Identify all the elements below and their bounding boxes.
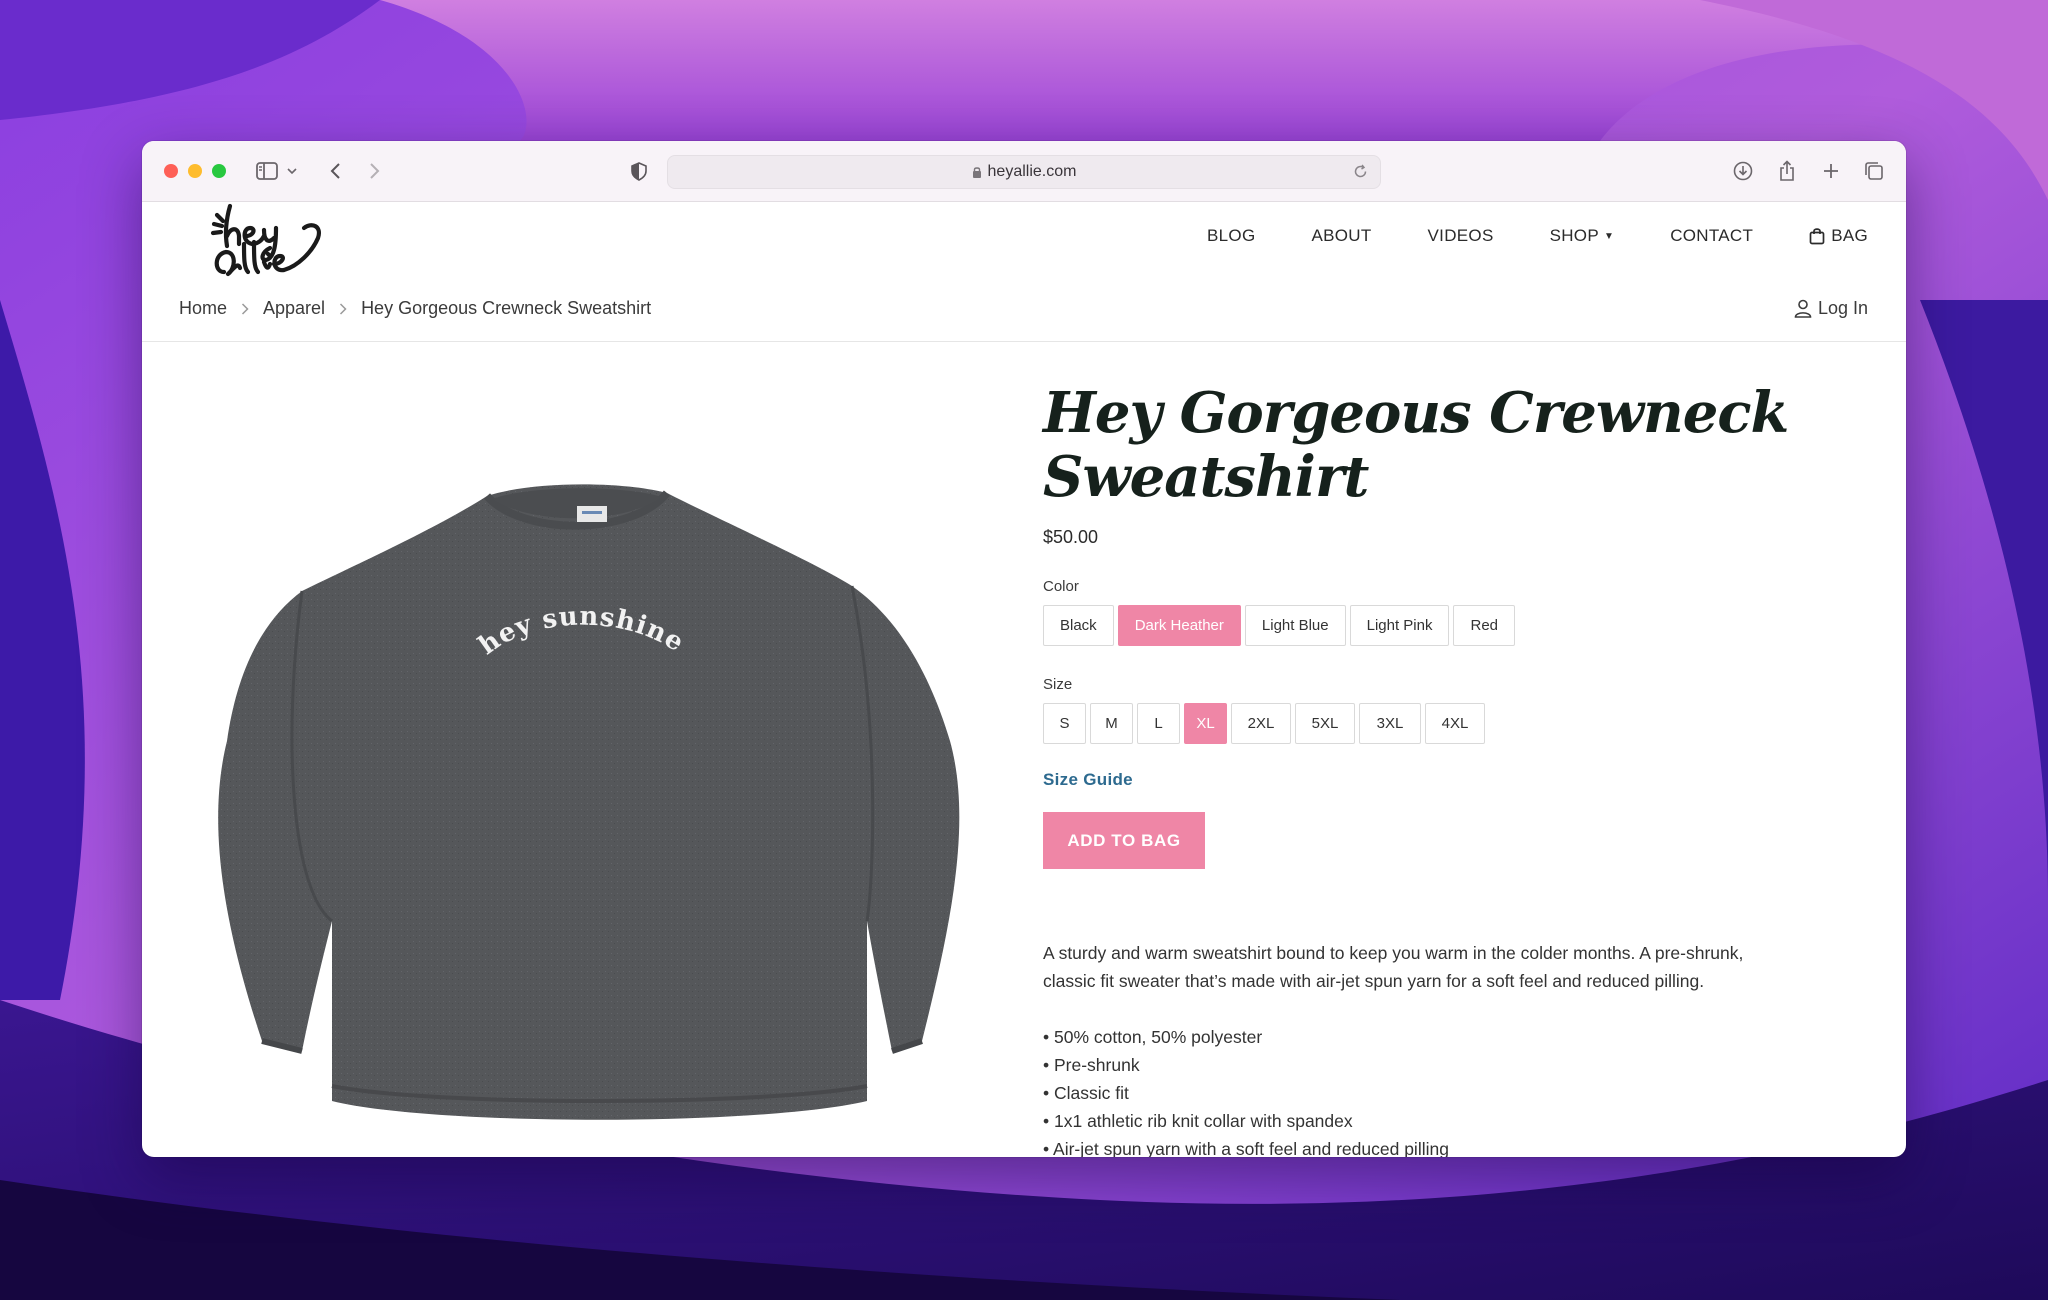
back-arrow-icon[interactable] — [325, 157, 345, 185]
add-to-bag-button[interactable]: ADD TO BAG — [1043, 812, 1205, 869]
browser-toolbar: heyallie.com — [142, 141, 1906, 202]
size-option-2xl[interactable]: 2XL — [1231, 703, 1291, 744]
size-option-m[interactable]: M — [1090, 703, 1133, 744]
feature-item: Air-jet spun yarn with a soft feel and r… — [1043, 1135, 1873, 1157]
size-guide-link[interactable]: Size Guide — [1043, 770, 1873, 790]
product-description: A sturdy and warm sweatshirt bound to ke… — [1043, 939, 1843, 995]
breadcrumb-bar: Home Apparel Hey Gorgeous Crewneck Sweat… — [142, 284, 1906, 342]
new-tab-icon[interactable] — [1819, 157, 1843, 185]
color-option-dark-heather[interactable]: Dark Heather — [1117, 605, 1241, 646]
breadcrumb: Home Apparel Hey Gorgeous Crewneck Sweat… — [179, 298, 651, 319]
color-label: Color — [1043, 578, 1079, 595]
size-label: Size — [1043, 676, 1073, 693]
privacy-shield-icon[interactable] — [628, 157, 650, 185]
sidebar-icon[interactable] — [254, 157, 280, 185]
size-option-3xl[interactable]: 3XL — [1359, 703, 1421, 744]
product-price: $50.00 — [1043, 527, 1099, 547]
nav-shop-label: SHOP — [1549, 226, 1599, 245]
login-link[interactable]: Log In — [1794, 298, 1868, 319]
nav-videos-label: VIDEOS — [1427, 226, 1494, 245]
description-line: classic fit sweater that’s made with air… — [1043, 971, 1705, 991]
size-option-s[interactable]: S — [1043, 703, 1086, 744]
nav-bag-label: BAG — [1831, 226, 1868, 245]
nav-blog-label: BLOG — [1207, 226, 1256, 245]
user-icon — [1794, 299, 1812, 318]
download-icon[interactable] — [1731, 157, 1755, 185]
breadcrumb-home[interactable]: Home — [179, 298, 227, 319]
breadcrumb-current: Hey Gorgeous Crewneck Sweatshirt — [361, 298, 652, 318]
lock-icon — [972, 166, 982, 179]
chevron-right-icon — [339, 302, 347, 315]
site-logo[interactable] — [208, 202, 328, 282]
product-title-line2: Sweatshirt — [1043, 444, 1369, 510]
nav-about[interactable]: ABOUT — [1311, 226, 1371, 246]
browser-window: heyallie.com BLOG ABOUT VIDEOS SHOP ▼ CO… — [142, 141, 1906, 1157]
product-details: Hey Gorgeous Crewneck Sweatshirt $50.00 … — [1043, 381, 1873, 1157]
product-image[interactable]: hey sunshine — [202, 441, 982, 1121]
nav-about-label: ABOUT — [1311, 226, 1372, 245]
nav-videos[interactable]: VIDEOS — [1428, 226, 1494, 246]
description-line: A sturdy and warm sweatshirt bound to ke… — [1043, 943, 1744, 963]
nav-contact[interactable]: CONTACT — [1670, 226, 1753, 246]
site-header: BLOG ABOUT VIDEOS SHOP ▼ CONTACT BAG — [142, 202, 1906, 284]
feature-item: 1x1 athletic rib knit collar with spande… — [1043, 1107, 1873, 1135]
shopping-bag-icon — [1809, 227, 1825, 245]
product-title: Hey Gorgeous Crewneck Sweatshirt — [1043, 381, 1873, 509]
size-option-l[interactable]: L — [1137, 703, 1180, 744]
feature-item: Classic fit — [1043, 1079, 1873, 1107]
color-option-light-pink[interactable]: Light Pink — [1349, 605, 1450, 646]
login-label: Log In — [1817, 298, 1868, 318]
close-window-button[interactable] — [164, 164, 178, 178]
size-option-4xl[interactable]: 4XL — [1425, 703, 1485, 744]
color-option-light-blue[interactable]: Light Blue — [1244, 605, 1346, 646]
size-option-5xl[interactable]: 5XL — [1295, 703, 1355, 744]
color-options: Black Dark Heather Light Blue Light Pink… — [1043, 605, 1873, 646]
forward-arrow-icon[interactable] — [365, 157, 385, 185]
size-options: S M L XL 2XL 5XL 3XL 4XL — [1043, 703, 1873, 744]
main-nav: BLOG ABOUT VIDEOS SHOP ▼ CONTACT BAG — [1151, 226, 1868, 246]
feature-list: 50% cotton, 50% polyester Pre-shrunk Cla… — [1043, 1023, 1873, 1157]
url-text: heyallie.com — [987, 163, 1077, 180]
tab-overview-icon[interactable] — [1862, 157, 1886, 185]
color-option-red[interactable]: Red — [1453, 605, 1516, 646]
caret-down-icon: ▼ — [1603, 230, 1615, 242]
breadcrumb-apparel[interactable]: Apparel — [263, 298, 325, 319]
reload-icon[interactable] — [1353, 164, 1368, 179]
chevron-right-icon — [241, 302, 249, 315]
product-title-line1: Hey Gorgeous Crewneck — [1043, 380, 1789, 446]
feature-item: Pre-shrunk — [1043, 1051, 1873, 1079]
address-bar[interactable]: heyallie.com — [667, 155, 1381, 189]
size-option-xl[interactable]: XL — [1184, 703, 1227, 744]
feature-item: 50% cotton, 50% polyester — [1043, 1023, 1873, 1051]
nav-shop[interactable]: SHOP ▼ — [1550, 226, 1615, 246]
color-option-black[interactable]: Black — [1043, 605, 1114, 646]
nav-blog[interactable]: BLOG — [1207, 226, 1255, 246]
chevron-down-icon[interactable] — [285, 157, 299, 185]
nav-bag[interactable]: BAG — [1809, 226, 1868, 246]
minimize-window-button[interactable] — [188, 164, 202, 178]
zoom-window-button[interactable] — [212, 164, 226, 178]
share-icon[interactable] — [1775, 157, 1799, 185]
nav-contact-label: CONTACT — [1670, 226, 1754, 245]
